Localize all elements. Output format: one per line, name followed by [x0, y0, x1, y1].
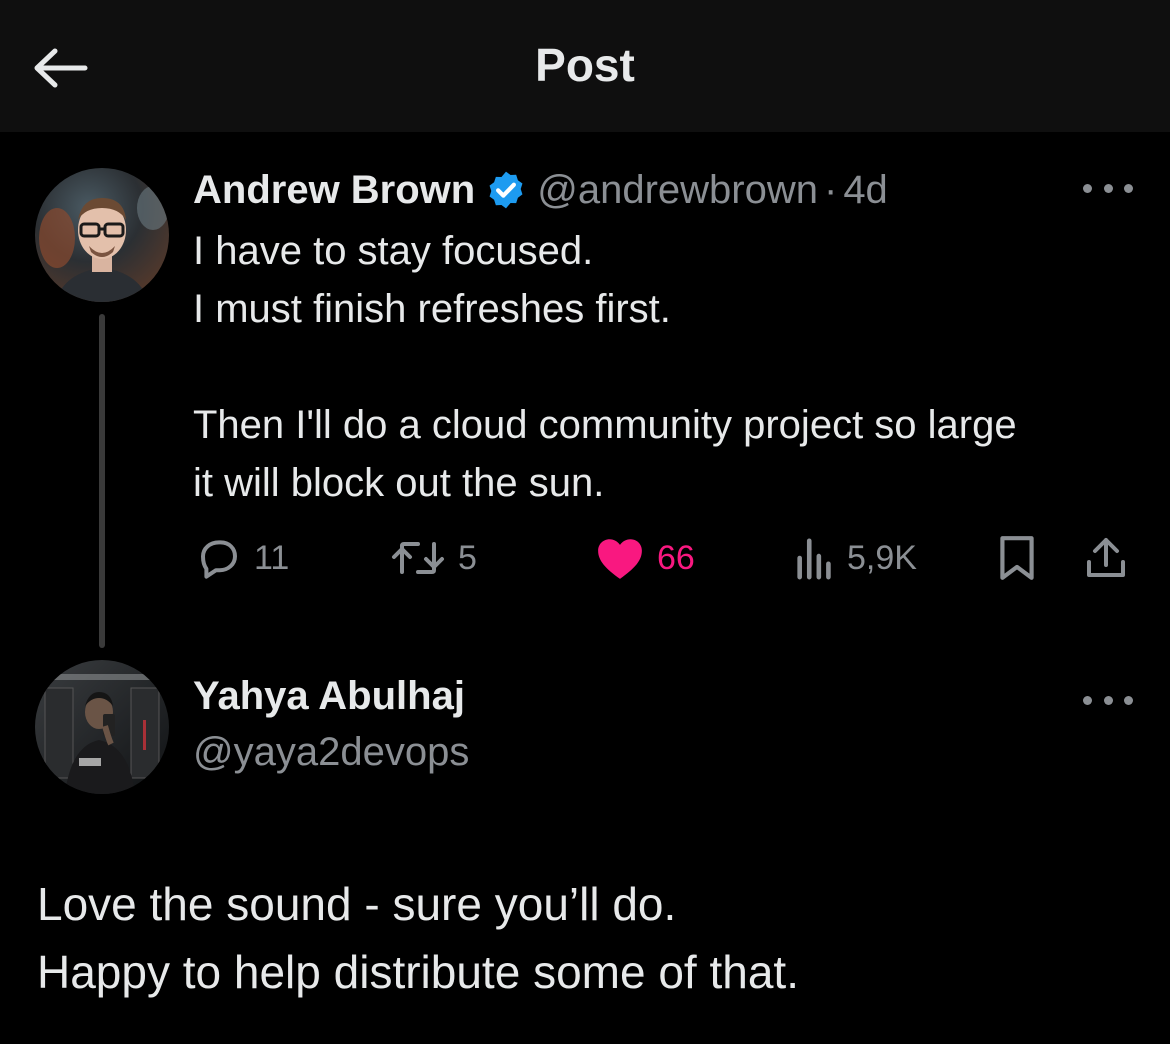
views-button[interactable]: 5,9K [795, 530, 917, 586]
reply-author-name[interactable]: Yahya Abulhaj [193, 674, 465, 719]
reply-count: 11 [254, 538, 290, 577]
page-title: Post [535, 39, 635, 91]
reply-text-line: Happy to help distribute some of that. [37, 946, 799, 998]
more-options-button[interactable] [1083, 690, 1133, 710]
top-bar: Post [0, 0, 1170, 132]
post-text-line: it will block out the sun. [193, 461, 605, 505]
views-count: 5,9K [847, 538, 917, 577]
like-button[interactable]: 66 [595, 530, 695, 586]
reply-author-handle[interactable]: @yaya2devops [193, 730, 469, 775]
avatar[interactable] [35, 660, 169, 794]
share-icon [1087, 538, 1125, 577]
post-time[interactable]: 4d [843, 168, 888, 213]
more-options-button[interactable] [1083, 178, 1133, 198]
bookmark-button[interactable] [995, 530, 1039, 586]
post-text-line: Then I'll do a cloud community project s… [193, 403, 1017, 447]
author-name[interactable]: Andrew Brown [193, 168, 475, 213]
repost-count: 5 [458, 538, 477, 577]
author-handle[interactable]: @andrewbrown [537, 168, 818, 213]
post-text-line: I must finish refreshes first. [193, 287, 671, 331]
more-horizontal-icon [1083, 695, 1092, 705]
heart-filled-icon [598, 539, 642, 579]
like-count: 66 [657, 538, 695, 577]
reply-text-line: Love the sound - sure you’ll do. [37, 878, 677, 930]
share-button[interactable] [1082, 530, 1130, 586]
views-chart-icon [797, 538, 831, 580]
verified-badge-icon [489, 171, 523, 209]
avatar[interactable] [35, 168, 169, 302]
post-text-line: I have to stay focused. [193, 229, 594, 273]
reply-button[interactable]: 11 [194, 530, 289, 586]
bookmark-icon [1000, 536, 1034, 580]
post-author-row: Andrew Brown @andrewbrown · 4d [193, 162, 888, 218]
repost-icon [392, 542, 444, 574]
thread-line [99, 314, 105, 648]
reply-icon [201, 540, 237, 579]
reply-text: Love the sound - sure you’ll do. Happy t… [37, 870, 1137, 1006]
repost-button[interactable]: 5 [390, 530, 477, 586]
post-text: I have to stay focused. I must finish re… [193, 222, 1143, 512]
separator: · [823, 167, 838, 212]
more-horizontal-icon [1083, 183, 1092, 193]
action-bar: 11 5 66 5,9K [0, 530, 1170, 590]
